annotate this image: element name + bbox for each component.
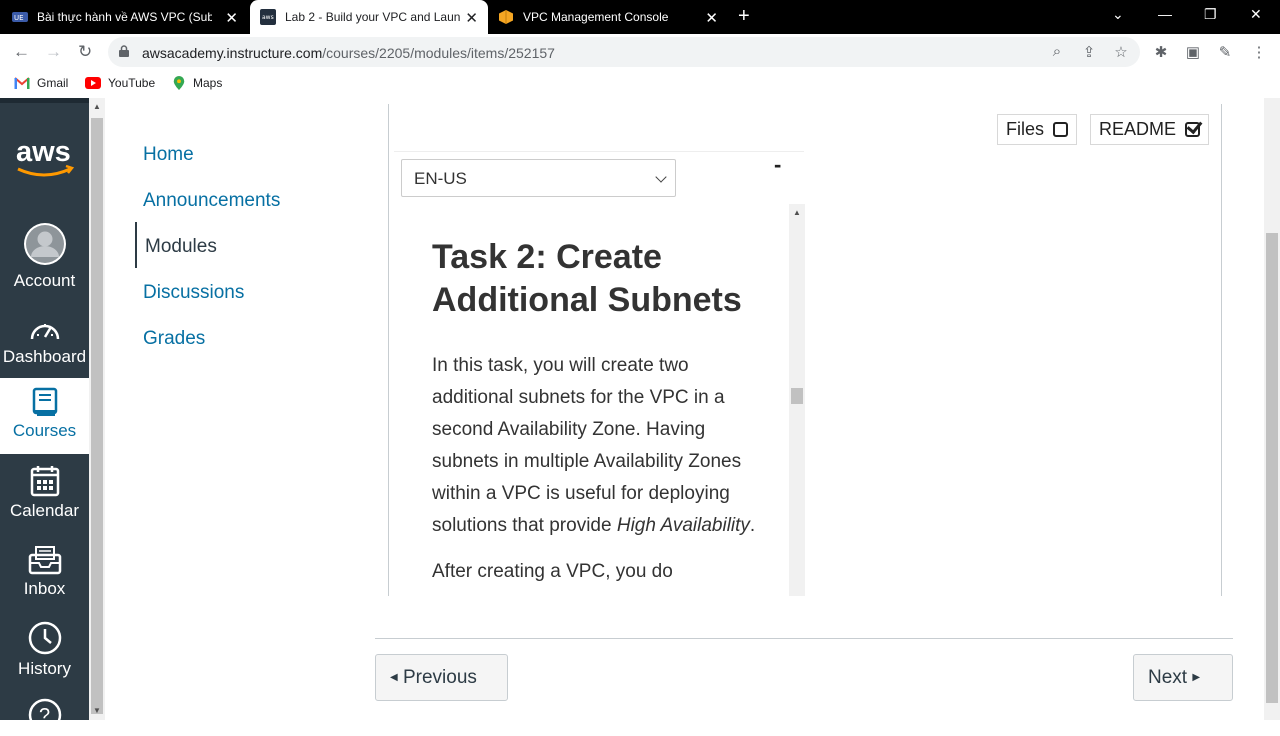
readme-toggle[interactable]: README bbox=[1090, 114, 1210, 145]
course-nav-modules[interactable]: Modules bbox=[135, 222, 280, 268]
scroll-thumb[interactable] bbox=[1266, 233, 1278, 703]
zoom-icon[interactable]: ⌕ bbox=[1048, 43, 1066, 61]
dashboard-icon bbox=[30, 324, 59, 340]
divider bbox=[394, 151, 804, 152]
course-navigation: Home Announcements Modules Discussions G… bbox=[135, 130, 280, 360]
caret-right-icon: ▶ bbox=[1192, 672, 1201, 683]
course-nav-discussions[interactable]: Discussions bbox=[135, 268, 280, 314]
global-nav-dashboard[interactable]: Dashboard bbox=[0, 315, 89, 367]
previous-button[interactable]: ◀ Previous bbox=[375, 654, 508, 701]
tab-search-chevron-icon[interactable]: ⌄ bbox=[1112, 6, 1124, 23]
scroll-up-arrow-icon[interactable]: ▲ bbox=[793, 208, 801, 217]
maps-icon bbox=[173, 76, 185, 90]
svg-text:UE: UE bbox=[14, 14, 24, 22]
bookmark-maps[interactable]: Maps bbox=[172, 76, 222, 90]
help-icon: ? bbox=[28, 698, 61, 732]
browser-toolbar: ← → ↻ awsacademy.instructure.com/courses… bbox=[0, 34, 1280, 70]
svg-text:aws: aws bbox=[16, 136, 71, 168]
scroll-down-arrow-icon[interactable]: ▼ bbox=[93, 706, 101, 715]
files-checkbox[interactable] bbox=[1053, 122, 1069, 137]
calendar-icon bbox=[30, 466, 59, 497]
task-intro: In this task, you will create two additi… bbox=[432, 355, 756, 536]
svg-text:?: ? bbox=[39, 705, 50, 727]
minimize-icon[interactable]: — bbox=[1158, 6, 1172, 22]
caret-left-icon: ◀ bbox=[390, 672, 398, 683]
address-bar[interactable]: awsacademy.instructure.com/courses/2205/… bbox=[108, 37, 1140, 67]
global-nav-account[interactable]: Account bbox=[0, 221, 89, 291]
aws-logo[interactable]: aws bbox=[12, 133, 76, 179]
close-tab-icon[interactable]: ✕ bbox=[705, 9, 718, 27]
browser-tab-active[interactable]: aws Lab 2 - Build your VPC and Launc ✕ bbox=[250, 0, 488, 34]
chevron-down-icon bbox=[655, 171, 667, 183]
gmail-icon bbox=[14, 77, 30, 89]
bookmark-star-icon[interactable]: ☆ bbox=[1112, 43, 1130, 61]
bookmark-gmail[interactable]: Gmail bbox=[14, 76, 68, 90]
menu-kebab-icon[interactable]: ⋮ bbox=[1250, 43, 1268, 61]
new-tab-icon[interactable]: + bbox=[738, 5, 750, 28]
extension-icon[interactable]: ✎ bbox=[1216, 43, 1234, 61]
global-nav-inbox[interactable]: Inbox bbox=[0, 545, 89, 599]
share-icon[interactable]: ⇪ bbox=[1080, 43, 1098, 61]
browser-tab[interactable]: VPC Management Console ✕ bbox=[498, 0, 728, 34]
task-next-paragraph: After creating a VPC, you do bbox=[432, 561, 673, 582]
back-arrow-icon[interactable]: ← bbox=[13, 42, 30, 62]
forward-arrow-icon[interactable]: → bbox=[45, 42, 62, 62]
scroll-thumb[interactable] bbox=[791, 388, 803, 404]
account-avatar-icon bbox=[23, 223, 66, 265]
readme-checkbox[interactable] bbox=[1185, 122, 1201, 137]
next-button[interactable]: Next ▶ bbox=[1133, 654, 1233, 701]
reload-icon[interactable]: ↻ bbox=[78, 42, 92, 62]
task-heading: Task 2: Create Additional Subnets bbox=[432, 238, 742, 319]
history-icon bbox=[28, 621, 61, 655]
close-tab-icon[interactable]: ✕ bbox=[465, 9, 478, 27]
course-nav-announcements[interactable]: Announcements bbox=[135, 176, 280, 222]
global-navigation: aws Account Dashboard Courses Calendar I… bbox=[0, 98, 89, 732]
youtube-icon bbox=[85, 77, 101, 89]
global-nav-courses[interactable]: Courses bbox=[0, 378, 89, 454]
page-scrollbar[interactable] bbox=[1264, 98, 1280, 720]
readme-scrollbar[interactable]: ▲ bbox=[789, 204, 805, 596]
browser-tab-bar: UE Bài thực hành về AWS VPC (Subn ✕ aws … bbox=[0, 0, 1280, 34]
window-close-icon[interactable]: ✕ bbox=[1250, 6, 1262, 23]
global-nav-history[interactable]: History bbox=[0, 621, 89, 679]
course-nav-grades[interactable]: Grades bbox=[135, 314, 280, 360]
lock-icon bbox=[119, 45, 129, 57]
collapse-button[interactable]: - bbox=[774, 152, 781, 178]
bookmarks-bar: Gmail YouTube Maps bbox=[0, 70, 1280, 98]
inbox-icon bbox=[28, 546, 61, 575]
tab-title: Lab 2 - Build your VPC and Launc bbox=[285, 10, 460, 24]
course-nav-home[interactable]: Home bbox=[135, 130, 280, 176]
tab-title: Bài thực hành về AWS VPC (Subn bbox=[37, 10, 212, 24]
readme-content: Task 2: Create Additional Subnets In thi… bbox=[432, 236, 762, 588]
extensions-puzzle-icon[interactable]: ✱ bbox=[1152, 43, 1170, 61]
svg-text:aws: aws bbox=[262, 14, 274, 21]
lab-frame: Files README EN-US - Task 2: Create Addi… bbox=[388, 104, 1222, 596]
global-nav-help[interactable]: ? bbox=[0, 698, 89, 736]
uet-favicon-icon: UE bbox=[12, 12, 28, 22]
vpc-console-favicon-icon bbox=[499, 10, 513, 24]
scroll-thumb[interactable] bbox=[91, 118, 103, 714]
restore-icon[interactable]: ❐ bbox=[1204, 6, 1217, 23]
bookmark-youtube[interactable]: YouTube bbox=[85, 76, 155, 90]
language-select[interactable]: EN-US bbox=[401, 159, 676, 197]
courses-icon bbox=[32, 387, 57, 416]
url-text: awsacademy.instructure.com/courses/2205/… bbox=[142, 45, 555, 61]
global-nav-scrollbar[interactable]: ▲ ▼ bbox=[89, 98, 105, 720]
side-panel-icon[interactable]: ▣ bbox=[1184, 43, 1202, 61]
close-tab-icon[interactable]: ✕ bbox=[225, 9, 238, 27]
aws-favicon-icon: aws bbox=[260, 9, 276, 25]
files-toggle[interactable]: Files bbox=[997, 114, 1078, 145]
global-nav-calendar[interactable]: Calendar bbox=[0, 465, 89, 521]
readme-pane: Task 2: Create Additional Subnets In thi… bbox=[389, 204, 805, 596]
divider bbox=[375, 638, 1233, 639]
browser-tab[interactable]: UE Bài thực hành về AWS VPC (Subn ✕ bbox=[12, 0, 248, 34]
scroll-up-arrow-icon[interactable]: ▲ bbox=[93, 102, 101, 111]
tab-title: VPC Management Console bbox=[523, 10, 669, 24]
